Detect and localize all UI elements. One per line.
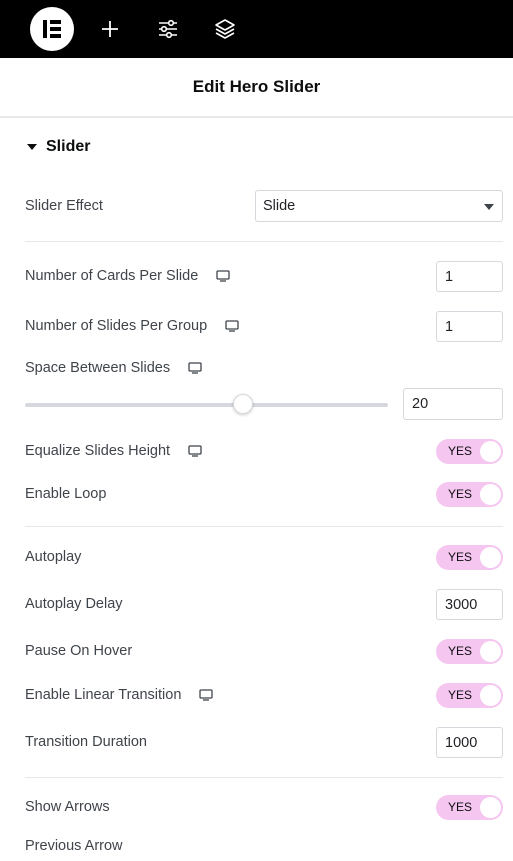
transition-duration-input[interactable]: 1000: [436, 727, 503, 758]
slides-per-group-label-text: Number of Slides Per Group: [25, 318, 208, 334]
space-between-label: Space Between Slides: [25, 358, 202, 378]
show-arrows-label: Show Arrows: [25, 797, 110, 817]
space-between-slider-handle[interactable]: [232, 394, 253, 414]
slides-per-group-value: 1: [445, 318, 454, 335]
sliders-icon[interactable]: [156, 17, 180, 41]
equalize-height-toggle[interactable]: YES: [436, 439, 503, 464]
toggle-knob: [480, 641, 501, 662]
desktop-icon[interactable]: [188, 445, 202, 457]
chevron-down-icon: [484, 204, 494, 210]
desktop-icon[interactable]: [188, 362, 202, 374]
enable-loop-label: Enable Loop: [25, 484, 106, 504]
linear-transition-label-text: Enable Linear Transition: [25, 687, 182, 703]
toggle-knob: [480, 547, 501, 568]
equalize-height-label: Equalize Slides Height: [25, 441, 202, 461]
toggle-knob: [480, 441, 501, 462]
linear-transition-label: Enable Linear Transition: [25, 685, 214, 705]
space-between-slider-track[interactable]: [25, 403, 388, 407]
cards-per-slide-value: 1: [445, 268, 454, 285]
slides-per-group-input[interactable]: 1: [436, 311, 503, 342]
desktop-icon[interactable]: [216, 270, 230, 282]
toggle-state: YES: [448, 487, 473, 501]
slides-per-group-label: Number of Slides Per Group: [25, 316, 239, 336]
enable-loop-toggle[interactable]: YES: [436, 482, 503, 507]
divider: [25, 777, 503, 778]
autoplay-label: Autoplay: [25, 547, 81, 567]
space-between-input[interactable]: 20: [403, 388, 503, 420]
plus-icon[interactable]: [98, 17, 122, 41]
autoplay-delay-label: Autoplay Delay: [25, 594, 123, 614]
toggle-state: YES: [448, 800, 473, 814]
slider-effect-select[interactable]: Slide: [255, 190, 503, 222]
space-between-label-text: Space Between Slides: [25, 360, 171, 376]
toggle-knob: [480, 685, 501, 706]
elementor-logo-icon[interactable]: [30, 7, 74, 51]
space-between-value: 20: [412, 396, 429, 412]
slider-effect-value: Slide: [263, 198, 296, 214]
show-arrows-toggle[interactable]: YES: [436, 795, 503, 820]
cards-per-slide-label-text: Number of Cards Per Slide: [25, 268, 199, 284]
caret-down-icon: [27, 144, 37, 150]
autoplay-toggle[interactable]: YES: [436, 545, 503, 570]
transition-duration-value: 1000: [445, 734, 478, 751]
transition-duration-label-text: Transition Duration: [25, 734, 147, 750]
desktop-icon[interactable]: [225, 320, 239, 332]
section-toggle-slider[interactable]: Slider: [27, 138, 90, 156]
autoplay-label-text: Autoplay: [25, 549, 82, 565]
pause-on-hover-label-text: Pause On Hover: [25, 643, 133, 659]
divider: [25, 241, 503, 242]
autoplay-delay-value: 3000: [445, 596, 478, 613]
equalize-height-label-text: Equalize Slides Height: [25, 443, 171, 459]
enable-loop-label-text: Enable Loop: [25, 486, 107, 502]
toggle-state: YES: [448, 644, 473, 658]
section-title: Slider: [46, 138, 91, 155]
toggle-state: YES: [448, 688, 473, 702]
previous-arrow-label: Previous Arrow: [25, 836, 123, 856]
cards-per-slide-label: Number of Cards Per Slide: [25, 266, 230, 286]
toggle-knob: [480, 484, 501, 505]
top-toolbar: [0, 0, 513, 58]
linear-transition-toggle[interactable]: YES: [436, 683, 503, 708]
toggle-state: YES: [448, 444, 473, 458]
cards-per-slide-input[interactable]: 1: [436, 261, 503, 292]
show-arrows-label-text: Show Arrows: [25, 799, 110, 815]
layers-icon[interactable]: [213, 17, 237, 41]
slider-effect-label: Slider Effect: [25, 196, 103, 216]
toggle-knob: [480, 797, 501, 818]
transition-duration-label: Transition Duration: [25, 732, 147, 752]
autoplay-delay-label-text: Autoplay Delay: [25, 596, 123, 612]
panel-header: Edit Hero Slider: [0, 58, 513, 118]
toggle-state: YES: [448, 550, 473, 564]
pause-on-hover-toggle[interactable]: YES: [436, 639, 503, 664]
previous-arrow-label-text: Previous Arrow: [25, 838, 123, 854]
pause-on-hover-label: Pause On Hover: [25, 641, 132, 661]
divider: [25, 526, 503, 527]
autoplay-delay-input[interactable]: 3000: [436, 589, 503, 620]
desktop-icon[interactable]: [199, 689, 214, 701]
panel-title: Edit Hero Slider: [192, 77, 321, 96]
slider-effect-label-text: Slider Effect: [25, 198, 103, 214]
